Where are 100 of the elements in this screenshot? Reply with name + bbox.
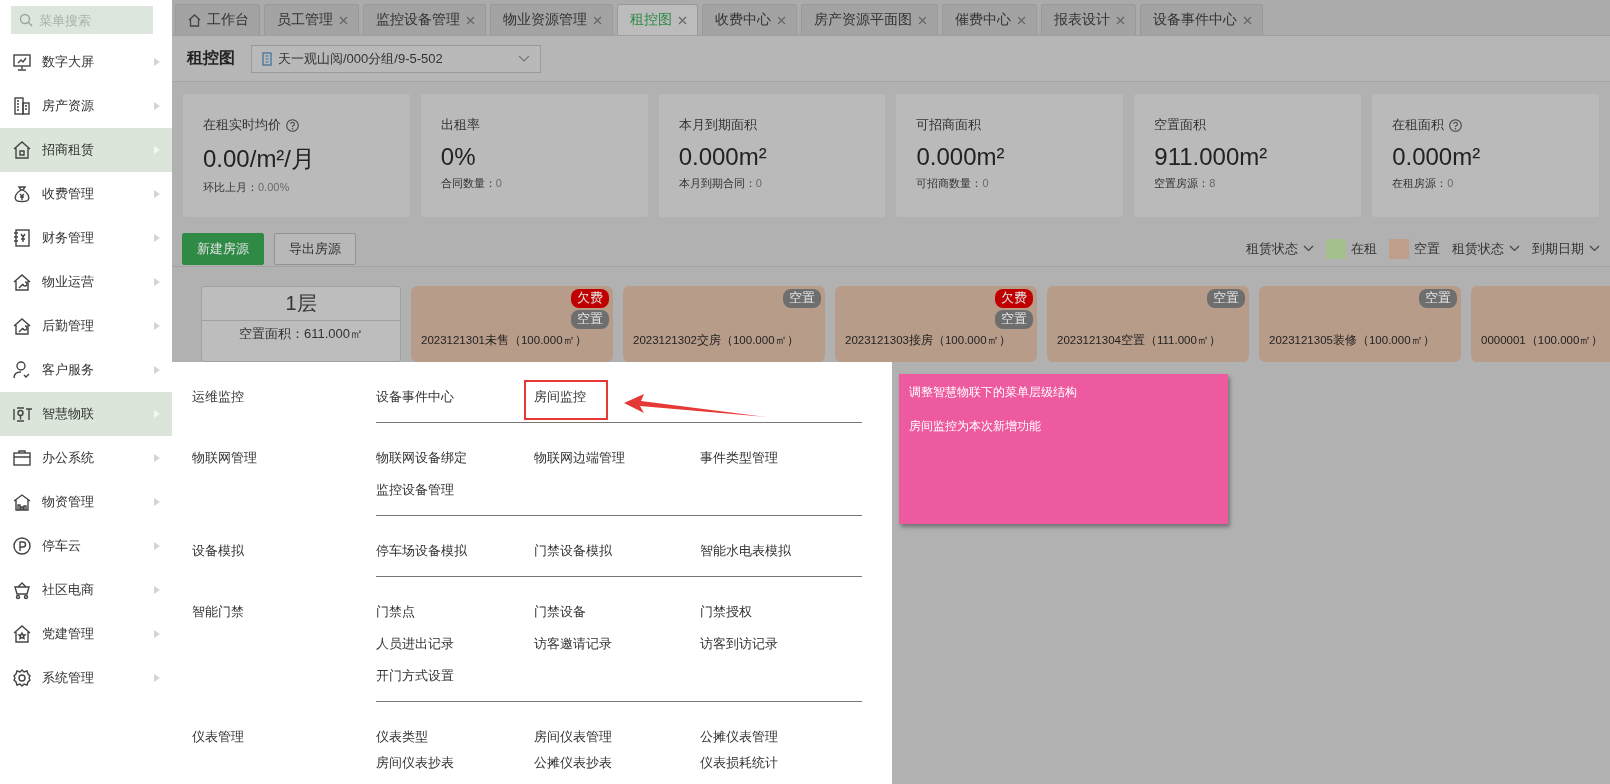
menu-item[interactable]: 房间仪表抄表 <box>376 754 454 772</box>
room-card[interactable]: 空置 2023121302交房（100.000㎡） <box>623 286 825 362</box>
menu-item[interactable]: 访客邀请记录 <box>534 635 612 653</box>
export-button[interactable]: 导出房源 <box>274 232 356 265</box>
tab[interactable]: 物业资源管理 <box>490 4 613 35</box>
menu-item[interactable]: 门禁点 <box>376 603 415 621</box>
menu-item[interactable]: 门禁授权 <box>700 603 752 621</box>
sidebar-item[interactable]: 收费管理 <box>0 172 172 216</box>
caret-icon <box>154 586 160 594</box>
menu-item[interactable]: 智能水电表模拟 <box>700 542 791 560</box>
room-label: 2023121304空置（111.000㎡） <box>1057 333 1221 348</box>
sidebar-item[interactable]: 财务管理 <box>0 216 172 260</box>
room-label: 2023121301未售（100.000㎡） <box>421 333 587 348</box>
status-badge: 空置 <box>995 310 1033 329</box>
stat-value: 0.00/m²/月 <box>203 144 317 174</box>
close-icon <box>678 15 687 25</box>
new-button[interactable]: 新建房源 <box>182 232 264 265</box>
tab[interactable]: 设备事件中心 <box>1140 4 1263 35</box>
tab[interactable]: 收费中心 <box>702 4 797 35</box>
tab[interactable]: 监控设备管理 <box>363 4 486 35</box>
home-icon <box>188 13 201 27</box>
note-text: 房间监控为本次新增功能 <box>909 418 1042 435</box>
stat-label: 在租面积 <box>1392 116 1445 134</box>
menu-item[interactable]: 房间仪表管理 <box>534 728 612 746</box>
close-icon <box>777 15 786 25</box>
sidebar-item[interactable]: 物资管理 <box>0 480 172 524</box>
location-dropdown[interactable]: 天一观山阅/000分组/9-5-502 <box>251 44 541 73</box>
sidebar-item[interactable]: 房产资源 <box>0 84 172 128</box>
stat-subtext: 可招商数量：0 <box>916 176 990 191</box>
menu-item[interactable]: 仪表损耗统计 <box>700 754 778 772</box>
menu-group-label: 运维监控 <box>192 389 244 404</box>
caret-icon <box>154 674 160 682</box>
room-card[interactable]: 空置 2023121305装修（100.000㎡） <box>1259 286 1461 362</box>
room-card[interactable]: 空置 2023121304空置（111.000㎡） <box>1047 286 1249 362</box>
filter-dropdown[interactable]: 租赁状态 <box>1246 239 1314 258</box>
filter-dropdown[interactable]: 租赁状态 <box>1452 239 1520 258</box>
stat-label: 在租实时均价 <box>203 116 281 134</box>
room-card[interactable]: 0000001（100.000㎡） <box>1471 286 1610 362</box>
close-icon <box>1017 15 1026 25</box>
legend-label: 在租 <box>1351 239 1377 258</box>
menu-item[interactable]: 监控设备管理 <box>376 481 454 499</box>
tab[interactable]: 催费中心 <box>942 4 1037 35</box>
filter-dropdown[interactable]: 到期日期 <box>1532 239 1600 258</box>
status-badge: 空置 <box>1207 289 1245 308</box>
caret-icon <box>154 234 160 242</box>
menu-item[interactable]: 房间监控 <box>524 380 608 420</box>
tab[interactable]: 房产资源平面图 <box>801 4 938 35</box>
monitor-icon <box>12 52 32 72</box>
sidebar-item[interactable]: 智慧物联 <box>0 392 172 436</box>
shopping-cart-icon <box>12 580 32 600</box>
close-icon <box>466 15 475 25</box>
menu-item[interactable]: 设备事件中心 <box>376 388 454 406</box>
sidebar-item[interactable]: 停车云 <box>0 524 172 568</box>
sidebar-item[interactable]: 系统管理 <box>0 656 172 700</box>
status-badge: 欠费 <box>571 289 609 308</box>
stat-value: 0.000m² <box>1392 143 1482 171</box>
menu-item[interactable]: 人员进出记录 <box>376 635 454 653</box>
stat-value: 0.000m² <box>916 143 1006 171</box>
menu-item[interactable]: 公摊仪表抄表 <box>534 754 612 772</box>
caret-icon <box>154 102 160 110</box>
menu-group-label: 物联网管理 <box>192 450 257 465</box>
sidebar-item[interactable]: 党建管理 <box>0 612 172 656</box>
room-card[interactable]: 欠费 空置 2023121303接房（100.000㎡） <box>835 286 1037 362</box>
tab[interactable]: 工作台 <box>175 4 260 35</box>
room-label: 0000001（100.000㎡） <box>1481 333 1604 348</box>
close-icon <box>339 15 348 25</box>
room-card[interactable]: 欠费 空置 2023121301未售（100.000㎡） <box>411 286 613 362</box>
stat-subtext: 在租房源：0 <box>1392 176 1455 191</box>
iot-icon <box>12 404 32 424</box>
menu-group-label: 仪表管理 <box>192 729 244 744</box>
caret-icon <box>154 190 160 198</box>
menu-item[interactable]: 公摊仪表管理 <box>700 728 778 746</box>
tab[interactable]: 报表设计 <box>1041 4 1136 35</box>
sidebar-item[interactable]: 客户服务 <box>0 348 172 392</box>
sidebar-item[interactable]: 数字大屏 <box>0 40 172 84</box>
ledger-icon <box>12 228 32 248</box>
sidebar-item[interactable]: 招商租赁 <box>0 128 172 172</box>
menu-item[interactable]: 门禁设备 <box>534 603 586 621</box>
menu-item[interactable]: 事件类型管理 <box>700 449 778 467</box>
menu-item[interactable]: 物联网设备绑定 <box>376 449 467 467</box>
sidebar-item[interactable]: 后勤管理 <box>0 304 172 348</box>
stat-subtext: 环比上月：0.00% <box>203 180 291 195</box>
caret-icon <box>154 498 160 506</box>
tab[interactable]: 员工管理 <box>264 4 359 35</box>
menu-item[interactable]: 访客到访记录 <box>700 635 778 653</box>
sidebar-item[interactable]: 物业运营 <box>0 260 172 304</box>
status-badge: 空置 <box>783 289 821 308</box>
sidebar-item[interactable]: 办公系统 <box>0 436 172 480</box>
menu-item[interactable]: 门禁设备模拟 <box>534 542 612 560</box>
close-icon <box>1243 15 1252 25</box>
menu-item[interactable]: 停车场设备模拟 <box>376 542 467 560</box>
menu-item[interactable]: 仪表类型 <box>376 728 428 746</box>
stat-label: 本月到期面积 <box>678 116 757 134</box>
house-star-icon <box>12 624 32 644</box>
menu-item[interactable]: 物联网边端管理 <box>534 449 625 467</box>
sidebar-item[interactable]: 社区电商 <box>0 568 172 612</box>
stat-label: 出租率 <box>440 116 480 134</box>
menu-group-label: 智能门禁 <box>192 604 244 619</box>
menu-item[interactable]: 开门方式设置 <box>376 667 454 685</box>
caret-icon <box>154 542 160 550</box>
